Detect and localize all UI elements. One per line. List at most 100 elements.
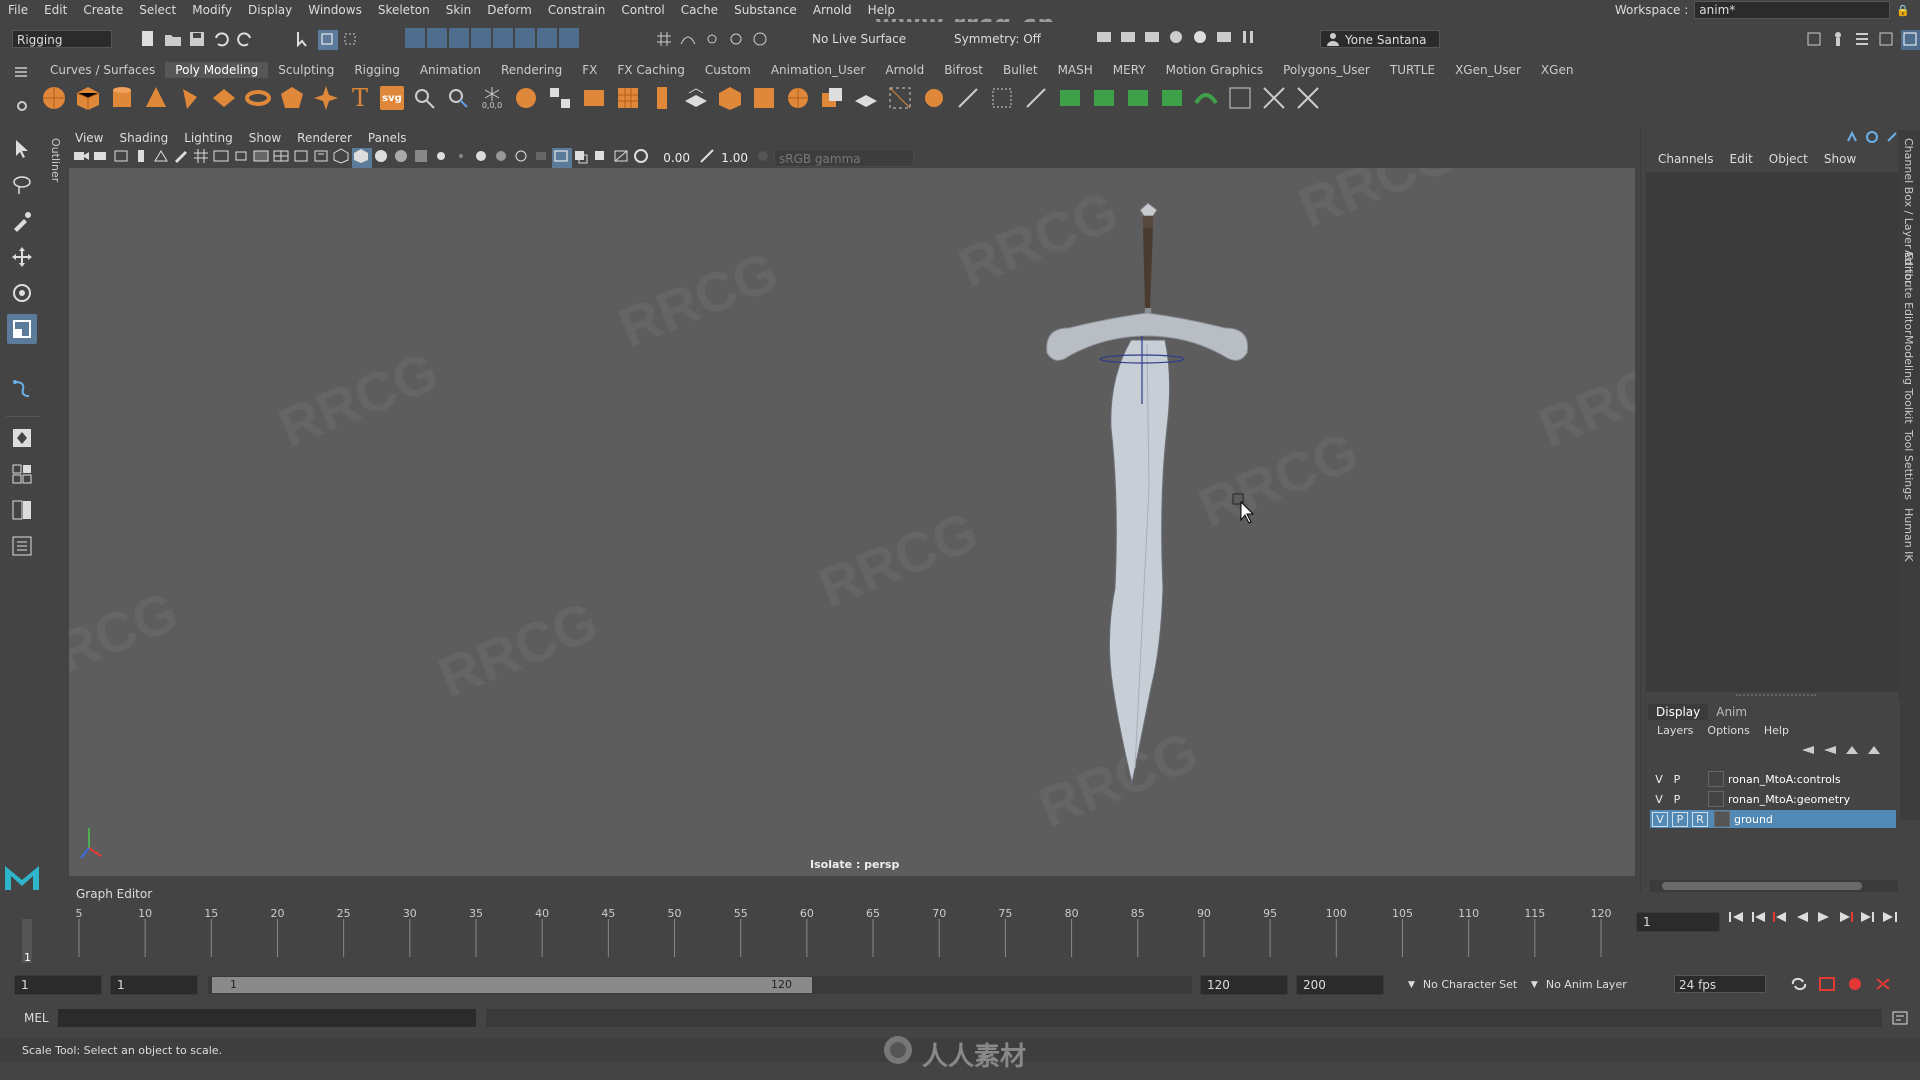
layer-v-toggle[interactable]: V bbox=[1650, 793, 1668, 806]
step-forward-key-icon[interactable] bbox=[1860, 910, 1876, 927]
snap-projected-icon[interactable] bbox=[727, 30, 747, 50]
lock-icon[interactable]: 🔒 bbox=[1896, 4, 1910, 17]
poly-cylinder-icon[interactable] bbox=[108, 84, 136, 112]
render-view-icon[interactable] bbox=[1095, 28, 1115, 48]
viewport-menu-show[interactable]: Show bbox=[241, 131, 289, 147]
menu-arnold[interactable]: Arnold bbox=[805, 3, 860, 17]
menu-create[interactable]: Create bbox=[75, 3, 131, 17]
symmetry-dropdown[interactable]: Symmetry: Off bbox=[954, 32, 1041, 46]
shelf-tab-animation[interactable]: Animation bbox=[410, 62, 491, 78]
layout-uv-icon[interactable] bbox=[1260, 84, 1288, 112]
perspective-viewport[interactable]: RRCG RRCG RRCG RRCG RRCG RRCG RRCG RRCG … bbox=[69, 168, 1635, 876]
shelf-settings-icon[interactable] bbox=[16, 100, 28, 115]
two-view-icon[interactable] bbox=[7, 495, 37, 525]
text-tool-icon[interactable]: T bbox=[346, 84, 374, 112]
shelf-tab-turtle[interactable]: TURTLE bbox=[1380, 62, 1445, 78]
layer-menu-help[interactable]: Help bbox=[1757, 724, 1796, 737]
right-tab-tool-settings[interactable]: Tool Settings bbox=[1902, 430, 1915, 500]
shadows-icon[interactable] bbox=[452, 148, 472, 168]
append-polygon-icon[interactable] bbox=[784, 84, 812, 112]
pin-icon[interactable] bbox=[1845, 130, 1859, 147]
loop-icon[interactable] bbox=[1790, 976, 1808, 995]
grease-pencil-icon[interactable] bbox=[172, 148, 192, 168]
time-slider[interactable]: 5 10 15 20 25 30 35 40 45 50 55 60 65 70 75 80 85 90 95 100… bbox=[20, 905, 1625, 965]
go-to-start-icon[interactable] bbox=[1728, 910, 1744, 927]
shelf-tab-fx[interactable]: FX bbox=[572, 62, 607, 78]
layer-row[interactable]: V Pronan_MtoA:geometry bbox=[1650, 790, 1896, 808]
mel-label[interactable]: MEL bbox=[24, 1011, 49, 1025]
channel-box-menu-show[interactable]: Show bbox=[1816, 152, 1864, 166]
menu-skin[interactable]: Skin bbox=[438, 3, 480, 17]
viewport-menu-lighting[interactable]: Lighting bbox=[176, 131, 241, 147]
menu-deform[interactable]: Deform bbox=[479, 3, 540, 17]
poly-sphere-icon[interactable] bbox=[40, 84, 68, 112]
move-layer-down-icon[interactable] bbox=[1822, 744, 1838, 759]
gamma-icon[interactable] bbox=[698, 148, 718, 168]
combine-icon[interactable] bbox=[512, 84, 540, 112]
platonic-solid-icon[interactable] bbox=[278, 84, 306, 112]
scale-tool-icon[interactable] bbox=[7, 314, 37, 344]
bevel-icon[interactable] bbox=[716, 84, 744, 112]
layer-name[interactable]: ronan_MtoA:controls bbox=[1728, 773, 1841, 786]
poly-cone-icon[interactable] bbox=[142, 84, 170, 112]
panel-splitter[interactable] bbox=[1736, 694, 1816, 696]
mask-dynamics-icon[interactable] bbox=[515, 28, 535, 48]
shelf-tab-xgen[interactable]: XGen bbox=[1531, 62, 1584, 78]
xray-joints-icon[interactable] bbox=[572, 148, 592, 168]
gamma-value[interactable]: 1.00 bbox=[718, 151, 748, 165]
fps-dropdown[interactable]: 24 fps bbox=[1674, 975, 1766, 993]
menu-modify[interactable]: Modify bbox=[184, 3, 240, 17]
field-chart-icon[interactable] bbox=[272, 148, 292, 168]
script-editor-icon[interactable] bbox=[1892, 1011, 1908, 1028]
multisample-aa-icon[interactable] bbox=[512, 148, 532, 168]
channel-box-icon[interactable] bbox=[1901, 30, 1920, 50]
poly-disc-icon[interactable] bbox=[244, 84, 272, 112]
snap-curve-icon[interactable] bbox=[679, 30, 699, 50]
channel-box-menu-channels[interactable]: Channels bbox=[1650, 152, 1722, 166]
bookmark-icon[interactable] bbox=[112, 148, 132, 168]
layer-name[interactable]: ronan_MtoA:geometry bbox=[1728, 793, 1850, 806]
shelf-tab-bullet[interactable]: Bullet bbox=[993, 62, 1048, 78]
view-transform-dropdown[interactable]: sRGB gamma bbox=[774, 149, 914, 167]
undo-icon[interactable] bbox=[212, 30, 232, 50]
last-tool-icon[interactable] bbox=[7, 374, 37, 404]
right-tab-attribute-editor[interactable]: Attribute Editor bbox=[1902, 250, 1915, 335]
extrude-icon[interactable] bbox=[682, 84, 710, 112]
select-object-icon[interactable] bbox=[318, 30, 338, 50]
xray-icon[interactable] bbox=[412, 148, 432, 168]
human-ik-icon[interactable] bbox=[1829, 30, 1849, 50]
layer-scrollbar[interactable] bbox=[1650, 880, 1898, 892]
grid-toggle-icon[interactable] bbox=[192, 148, 212, 168]
menu-file[interactable]: File bbox=[0, 3, 36, 17]
hypershade-icon[interactable] bbox=[1191, 28, 1211, 48]
rotate-tool-icon[interactable] bbox=[7, 278, 37, 308]
settings-icon[interactable] bbox=[1874, 976, 1892, 995]
mask-surfaces-icon[interactable] bbox=[471, 28, 491, 48]
current-frame-field[interactable]: 1 bbox=[1636, 912, 1720, 932]
single-perspective-view-icon[interactable] bbox=[7, 423, 37, 453]
shelf-tab-polygons-user[interactable]: Polygons_User bbox=[1273, 62, 1380, 78]
right-tab-human-ik[interactable]: Human IK bbox=[1902, 508, 1915, 562]
depth-of-field-icon[interactable] bbox=[532, 148, 552, 168]
mask-handles-icon[interactable] bbox=[405, 28, 425, 48]
render-frame-icon[interactable] bbox=[1119, 28, 1139, 48]
play-backwards-icon[interactable] bbox=[1794, 910, 1810, 927]
poly-plane-icon[interactable] bbox=[210, 84, 238, 112]
play-forwards-icon[interactable] bbox=[1816, 910, 1832, 927]
cut-uv-icon[interactable] bbox=[1294, 84, 1322, 112]
backface-culling-icon[interactable] bbox=[612, 148, 632, 168]
four-view-icon[interactable] bbox=[7, 459, 37, 489]
open-scene-icon[interactable] bbox=[164, 30, 184, 50]
two-d-pan-icon[interactable] bbox=[152, 148, 172, 168]
move-tool-icon[interactable] bbox=[7, 242, 37, 272]
menu-skeleton[interactable]: Skeleton bbox=[370, 3, 438, 17]
shelf-menu-icon[interactable] bbox=[14, 66, 30, 81]
textured-icon[interactable] bbox=[392, 148, 412, 168]
go-to-end-icon[interactable] bbox=[1882, 910, 1898, 927]
fill-hole-icon[interactable] bbox=[750, 84, 778, 112]
shelf-tab-mash[interactable]: MASH bbox=[1048, 62, 1103, 78]
viewport-menu-renderer[interactable]: Renderer bbox=[289, 131, 360, 147]
multi-cut-icon[interactable] bbox=[852, 84, 880, 112]
step-forward-frame-icon[interactable] bbox=[1838, 910, 1854, 927]
motion-blur-icon[interactable] bbox=[492, 148, 512, 168]
